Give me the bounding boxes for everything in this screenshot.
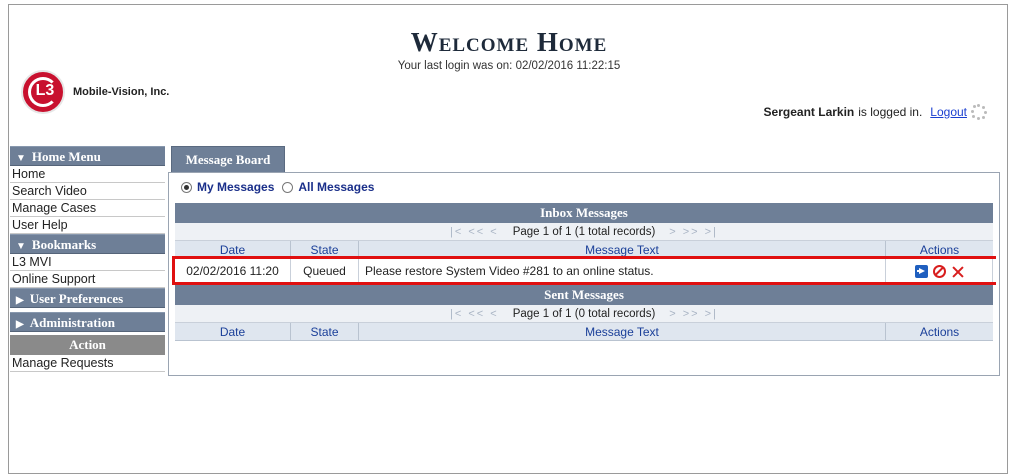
triangle-down-icon: ▼	[16, 153, 26, 164]
user-name: Sergeant Larkin	[763, 105, 855, 119]
inbox-pager: |< << < Page 1 of 1 (1 total records) > …	[175, 223, 993, 241]
sidebar: ▼ Home Menu Home Search Video Manage Case…	[10, 146, 165, 372]
row-date: 02/02/2016 11:20	[175, 259, 291, 283]
row-actions	[886, 259, 993, 283]
sidebar-item-online-support[interactable]: Online Support	[10, 271, 165, 288]
column-actions: Actions	[919, 325, 960, 339]
my-messages-radio[interactable]: My Messages	[181, 180, 274, 194]
inbox-column-headers: Date State Message Text Actions	[175, 241, 993, 259]
column-actions: Actions	[919, 243, 960, 257]
pager-next-buttons[interactable]: > >> >|	[669, 226, 718, 238]
logged-in-text: is logged in.	[858, 105, 923, 119]
home-menu-header[interactable]: ▼ Home Menu	[10, 146, 165, 166]
radio-selected-icon	[181, 181, 192, 193]
sidebar-item-user-help[interactable]: User Help	[10, 217, 165, 234]
sent-table: Sent Messages |< << < Page 1 of 1 (0 tot…	[175, 285, 993, 341]
pager-text: Page 1 of 1 (1 total records)	[512, 225, 656, 238]
message-board-panel: My Messages All Messages Inbox Messages …	[168, 172, 1000, 376]
row-state: Queued	[291, 259, 359, 283]
sent-title: Sent Messages	[175, 285, 993, 305]
login-status: Sergeant Larkin is logged in. Logout	[764, 104, 987, 120]
all-messages-radio[interactable]: All Messages	[282, 180, 374, 194]
tab-message-board[interactable]: Message Board	[171, 146, 285, 172]
inbox-table: Inbox Messages |< << < Page 1 of 1 (1 to…	[172, 203, 996, 285]
company-name: Mobile-Vision, Inc.	[73, 86, 170, 98]
table-row[interactable]: 02/02/2016 11:20 Queued Please restore S…	[172, 256, 996, 285]
column-message-text[interactable]: Message Text	[359, 241, 886, 259]
sidebar-item-l3-mvi[interactable]: L3 MVI	[10, 254, 165, 271]
triangle-right-icon: ▶	[16, 319, 24, 330]
user-preferences-header[interactable]: ▶ User Preferences	[10, 288, 165, 308]
column-state[interactable]: State	[291, 241, 359, 259]
loading-spinner-icon	[971, 104, 987, 120]
message-filter: My Messages All Messages	[181, 180, 382, 194]
bookmarks-header[interactable]: ▼ Bookmarks	[10, 234, 165, 254]
delete-icon[interactable]	[951, 265, 964, 278]
triangle-down-icon: ▼	[16, 241, 26, 252]
page-title: Welcome Home	[410, 27, 608, 57]
last-login-text: Your last login was on: 02/02/2016 11:22…	[397, 60, 621, 72]
inbox-title: Inbox Messages	[175, 203, 993, 223]
triangle-right-icon: ▶	[16, 295, 24, 306]
pager-prev-buttons[interactable]: |< << <	[450, 308, 499, 320]
sidebar-item-home[interactable]: Home	[10, 166, 165, 183]
l3-logo-icon: L3	[21, 70, 65, 114]
company-logo: L3 Mobile-Vision, Inc.	[21, 70, 169, 114]
column-date[interactable]: Date	[175, 241, 291, 259]
logout-link[interactable]: Logout	[930, 105, 967, 119]
sidebar-item-manage-requests[interactable]: Manage Requests	[10, 355, 165, 372]
pager-text: Page 1 of 1 (0 total records)	[512, 307, 656, 320]
column-state[interactable]: State	[291, 323, 359, 341]
administration-header[interactable]: ▶ Administration	[10, 312, 165, 332]
sent-pager: |< << < Page 1 of 1 (0 total records) > …	[175, 305, 993, 323]
cancel-icon[interactable]	[932, 264, 946, 278]
row-message-text: Please restore System Video #281 to an o…	[359, 259, 886, 283]
action-header: Action	[10, 335, 165, 355]
column-date[interactable]: Date	[175, 323, 291, 341]
column-message-text[interactable]: Message Text	[359, 323, 886, 341]
sent-column-headers: Date State Message Text Actions	[175, 323, 993, 341]
sidebar-item-manage-cases[interactable]: Manage Cases	[10, 200, 165, 217]
pager-next-buttons[interactable]: > >> >|	[669, 308, 718, 320]
forward-icon[interactable]	[914, 264, 928, 278]
sidebar-item-search-video[interactable]: Search Video	[10, 183, 165, 200]
pager-prev-buttons[interactable]: |< << <	[450, 226, 499, 238]
radio-unselected-icon	[282, 181, 294, 193]
